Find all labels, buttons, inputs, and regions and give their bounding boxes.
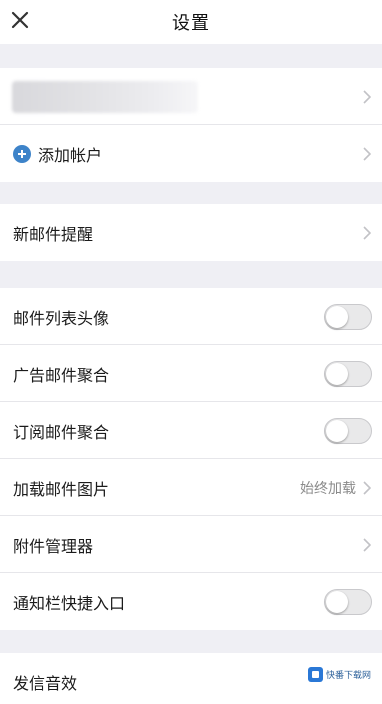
send-sound-row[interactable]: 发信音效 快番下载网 (0, 653, 382, 704)
chevron-right-icon (362, 89, 372, 105)
list-avatar-toggle[interactable] (324, 303, 372, 330)
list-avatar-row[interactable]: 邮件列表头像 (0, 288, 382, 345)
notification-shortcut-toggle[interactable] (324, 588, 372, 615)
attachment-manager-label: 附件管理器 (13, 536, 94, 556)
subscription-aggregate-row[interactable]: 订阅邮件聚合 (0, 402, 382, 459)
load-images-label: 加载邮件图片 (13, 479, 110, 499)
watermark-logo-icon (307, 667, 323, 682)
account-row[interactable] (0, 68, 382, 125)
new-mail-alert-label: 新邮件提醒 (13, 224, 94, 244)
account-group: 添加帐户 (0, 68, 382, 182)
close-button[interactable] (8, 6, 32, 34)
toggle-knob (326, 419, 348, 442)
new-mail-alert-row[interactable]: 新邮件提醒 (0, 204, 382, 261)
section-gap (0, 182, 382, 204)
attachment-manager-row[interactable]: 附件管理器 (0, 516, 382, 573)
mail-settings-group: 邮件列表头像 广告邮件聚合 订阅邮件聚合 加载邮件图片 始终加载 附件管理器 通… (0, 288, 382, 630)
toggle-knob (326, 305, 348, 328)
header-bar: 设置 (0, 0, 382, 44)
add-circle-icon (13, 144, 31, 163)
notification-shortcut-row[interactable]: 通知栏快捷入口 (0, 573, 382, 630)
close-icon (11, 11, 29, 29)
subscription-aggregate-toggle[interactable] (324, 417, 372, 444)
add-account-row[interactable]: 添加帐户 (0, 125, 382, 182)
sound-group: 发信音效 快番下载网 (0, 653, 382, 704)
watermark: 快番下载网 (304, 665, 374, 684)
chevron-right-icon (362, 225, 372, 241)
chevron-right-icon (362, 146, 372, 162)
chevron-right-icon (362, 537, 372, 553)
notify-group: 新邮件提醒 (0, 204, 382, 261)
ad-mail-aggregate-label: 广告邮件聚合 (13, 365, 110, 385)
ad-mail-aggregate-toggle[interactable] (324, 360, 372, 387)
toggle-knob (326, 590, 348, 613)
chevron-right-icon (362, 480, 372, 496)
page-title: 设置 (172, 13, 210, 34)
add-account-label: 添加帐户 (38, 145, 103, 165)
account-blurred-info (12, 81, 198, 113)
ad-mail-aggregate-row[interactable]: 广告邮件聚合 (0, 345, 382, 402)
section-gap (0, 44, 382, 68)
subscription-aggregate-label: 订阅邮件聚合 (13, 422, 110, 442)
section-gap (0, 630, 382, 653)
list-avatar-label: 邮件列表头像 (13, 308, 110, 328)
notification-shortcut-label: 通知栏快捷入口 (13, 593, 126, 613)
load-images-value: 始终加载 (300, 480, 356, 497)
section-gap (0, 261, 382, 288)
settings-screen: 设置 添加帐户 新邮件提醒 邮件列表头像 广告邮件聚合 订阅邮件聚合 加载邮件图… (0, 0, 382, 704)
watermark-text: 快番下载网 (325, 671, 371, 681)
toggle-knob (326, 362, 348, 385)
load-images-row[interactable]: 加载邮件图片 始终加载 (0, 459, 382, 516)
